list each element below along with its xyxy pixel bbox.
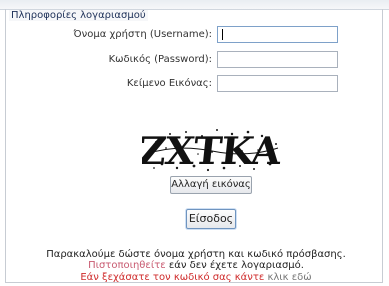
- captcha-image: ZXTKA: [142, 128, 282, 173]
- notice-line-2: Πιστοποιηθείτε εάν δεν έχετε λογαριασμό.: [20, 260, 372, 271]
- register-text: εάν δεν έχετε λογαριασμό.: [168, 260, 304, 271]
- forgot-password-link[interactable]: κλικ εδώ: [267, 272, 311, 283]
- username-row: Όνομα χρήστη (Username):: [0, 25, 389, 45]
- password-label: Κωδικός (Password):: [108, 54, 212, 65]
- login-button[interactable]: Είσοδος: [186, 209, 236, 229]
- image-text-input[interactable]: [217, 75, 338, 92]
- change-image-button[interactable]: Αλλαγή εικόνας: [170, 176, 252, 194]
- forgot-password-text: Εάν ξεχάσατε τον κωδικό σας κάντε: [80, 272, 265, 283]
- password-input[interactable]: [217, 51, 338, 68]
- username-label: Όνομα χρήστη (Username):: [73, 29, 212, 40]
- notice-line-3: Εάν ξεχάσατε τον κωδικό σας κάντε κλικ ε…: [20, 272, 372, 283]
- notice-line-1: Παρακαλούμε δώστε όνομα χρήστη και κωδικ…: [46, 249, 346, 260]
- text-caret: [222, 29, 223, 40]
- section-title: Πληροφορίες λογαριασμού: [9, 10, 148, 21]
- register-link[interactable]: Πιστοποιηθείτε: [88, 260, 166, 271]
- image-text-label: Κείμενο Εικόνας:: [126, 78, 212, 89]
- username-input[interactable]: [217, 26, 338, 43]
- image-text-row: Κείμενο Εικόνας:: [0, 74, 389, 94]
- password-row: Κωδικός (Password):: [0, 50, 389, 70]
